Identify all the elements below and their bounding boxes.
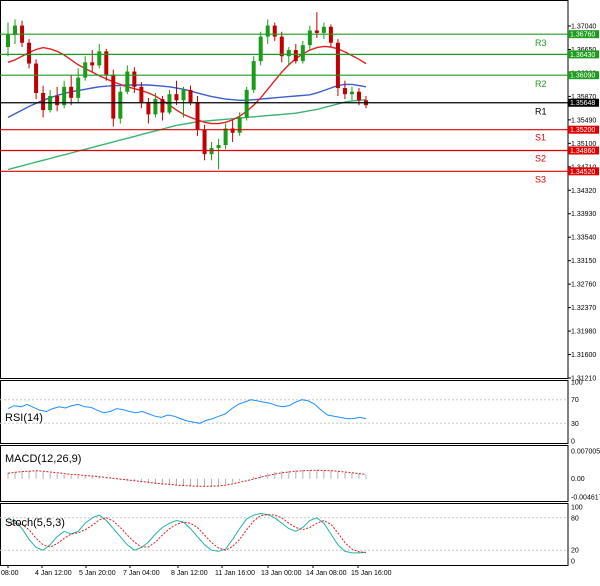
candle-body xyxy=(181,89,186,101)
candle-body xyxy=(279,36,284,57)
level-price-label: 1.36430 xyxy=(570,52,595,59)
candle-body xyxy=(27,42,32,64)
time-tick-label: 13 Jan 00:00 xyxy=(261,570,302,577)
candle-body xyxy=(90,62,95,66)
time-tick-label: 7 Jan 04:00 xyxy=(123,570,160,577)
panel-frame-stoch xyxy=(0,503,569,566)
stoch-tick-label: 80 xyxy=(571,515,579,522)
time-tick-label: 4 Jan 12:00 xyxy=(35,570,72,577)
time-tick-label: 15 Jan 16:00 xyxy=(351,570,392,577)
macd-tick-label: 0.00 xyxy=(571,476,585,483)
candle-body xyxy=(69,86,74,98)
candle-body xyxy=(342,88,347,95)
stoch-tick-label: 0 xyxy=(571,559,575,566)
candle-body xyxy=(111,74,116,119)
time-tick-label: 8 Jan 12:00 xyxy=(171,570,208,577)
level-name-label: S1 xyxy=(535,133,546,143)
candle-body xyxy=(97,51,102,66)
macd-tick-label: 0.007005 xyxy=(571,449,600,456)
rsi-tick-label: 100 xyxy=(571,380,583,387)
panel-frame-macd xyxy=(0,445,569,502)
candle-body xyxy=(335,42,340,89)
price-tick-label: 1.35490 xyxy=(571,117,596,124)
level-price-label: 1.35648 xyxy=(570,100,595,107)
candle-body xyxy=(153,99,158,115)
stoch-title: Stoch(5,5,3) xyxy=(5,517,65,529)
rsi-tick-label: 0 xyxy=(571,439,575,446)
stoch-tick-label: 100 xyxy=(571,505,583,512)
candle-body xyxy=(223,128,228,145)
candle-body xyxy=(244,89,249,118)
ma-fast-line xyxy=(7,45,367,125)
candle-body xyxy=(272,25,277,37)
candle-body xyxy=(356,91,361,101)
candle-body xyxy=(237,117,242,133)
candle-body xyxy=(118,91,123,119)
candle-body xyxy=(321,26,326,33)
ma-mid-line xyxy=(7,83,367,119)
candle-body xyxy=(132,71,137,87)
price-tick-label: 1.37040 xyxy=(571,24,596,31)
chart-canvas: 1.370401.366501.362621.358701.354901.351… xyxy=(0,0,600,577)
price-tick-label: 1.33930 xyxy=(571,211,596,218)
macd-title: MACD(12,26,9) xyxy=(5,453,81,465)
candle-body xyxy=(314,30,319,33)
level-name-label: S2 xyxy=(535,154,546,164)
time-tick-label: 08:00 xyxy=(1,570,19,577)
candle-body xyxy=(349,91,354,95)
panel-frame-rsi xyxy=(0,380,569,444)
candle-body xyxy=(76,77,81,98)
candle-body xyxy=(293,50,298,62)
candle-body xyxy=(216,144,221,149)
candle-body xyxy=(55,96,60,106)
rsi-tick-label: 30 xyxy=(571,421,579,428)
level-name-label: S3 xyxy=(535,174,546,184)
macd-signal-line xyxy=(7,469,367,487)
candle-body xyxy=(300,45,305,62)
candle-body xyxy=(174,94,179,101)
rsi-line xyxy=(7,399,367,424)
candle-body xyxy=(167,94,172,113)
level-price-label: 1.35200 xyxy=(570,127,595,134)
level-price-label: 1.34520 xyxy=(570,169,595,176)
macd-tick-label: -0.004617 xyxy=(571,495,600,502)
level-name-label: R1 xyxy=(535,107,547,117)
candle-body xyxy=(160,99,165,113)
price-tick-label: 1.33540 xyxy=(571,235,596,242)
ma-slow-line xyxy=(7,99,367,171)
candle-body xyxy=(125,71,130,92)
time-tick-label: 14 Jan 08:00 xyxy=(306,570,347,577)
candle-body xyxy=(13,25,18,35)
candle-body xyxy=(286,50,291,57)
level-price-label: 1.34860 xyxy=(570,148,595,155)
candle-body xyxy=(265,25,270,37)
candle-body xyxy=(195,102,200,130)
price-tick-label: 1.33150 xyxy=(571,258,596,265)
candle-body xyxy=(188,89,193,103)
level-name-label: R2 xyxy=(535,79,547,89)
rsi-tick-label: 70 xyxy=(571,397,579,404)
candle-body xyxy=(34,63,39,93)
candle-body xyxy=(146,102,151,115)
level-price-label: 1.36760 xyxy=(570,32,595,39)
price-tick-label: 1.32370 xyxy=(571,305,596,312)
candle-body xyxy=(41,92,46,111)
candle-body xyxy=(139,86,144,103)
stoch-tick-label: 20 xyxy=(571,548,579,555)
price-tick-label: 1.31980 xyxy=(571,329,596,336)
time-tick-label: 11 Jan 16:00 xyxy=(215,570,255,577)
level-name-label: R3 xyxy=(535,38,547,48)
price-tick-label: 1.31600 xyxy=(571,352,596,359)
rsi-title: RSI(14) xyxy=(5,412,43,424)
price-tick-label: 1.32760 xyxy=(571,282,596,289)
candle-body xyxy=(258,36,263,62)
price-tick-label: 1.34320 xyxy=(571,188,596,195)
candle-body xyxy=(6,34,10,48)
candle-body xyxy=(209,148,214,155)
trading-chart: 1.370401.366501.362621.358701.354901.351… xyxy=(0,0,600,581)
candle-body xyxy=(328,26,333,43)
level-price-label: 1.36090 xyxy=(570,73,595,80)
candle-body xyxy=(307,30,312,46)
time-tick-label: 5 Jan 20:00 xyxy=(79,570,116,577)
